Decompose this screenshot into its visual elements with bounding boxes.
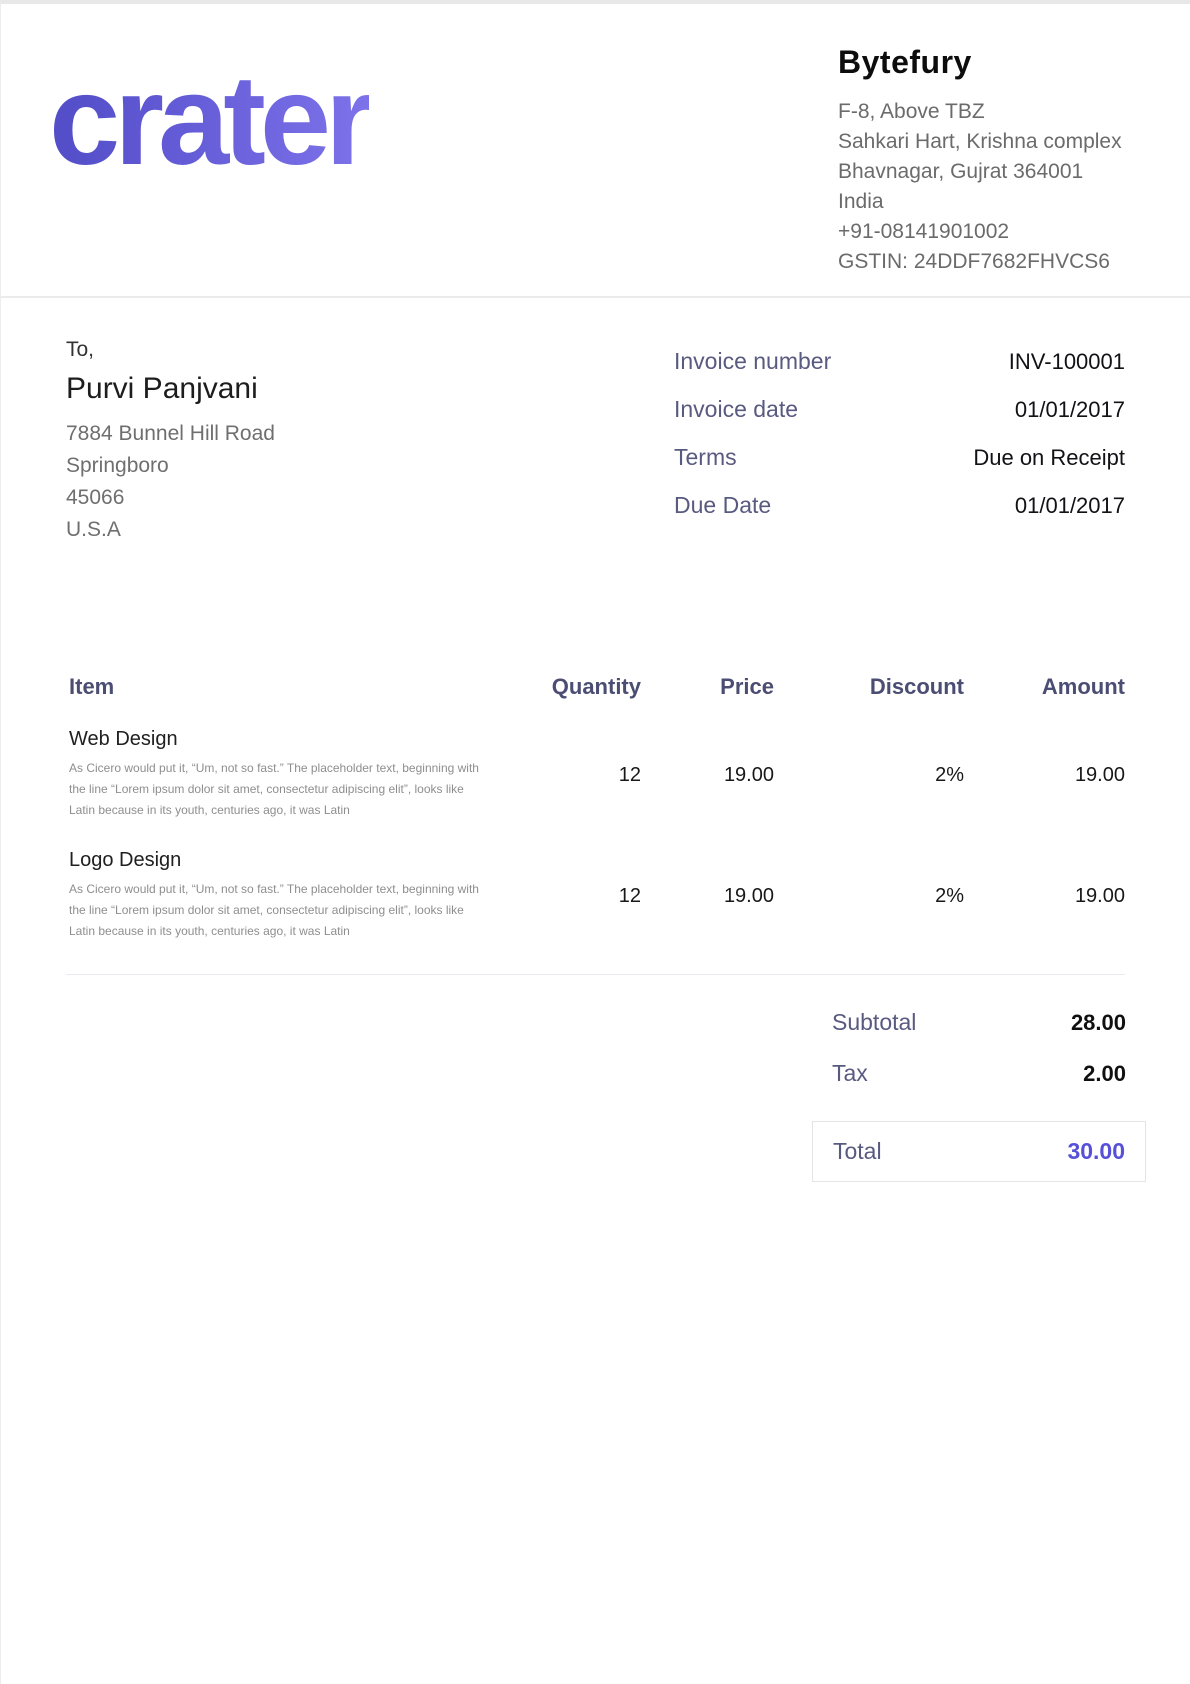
item-name: Logo Design: [66, 849, 521, 872]
items-table: Item Quantity Price Discount Amount Web …: [66, 674, 1125, 1182]
column-header-quantity: Quantity: [521, 674, 641, 700]
company-phone: +91-08141901002: [838, 217, 1138, 247]
meta-row-invoice-number: Invoice number INV-100001: [674, 348, 1125, 375]
company-address-line: Bhavnagar, Gujrat 364001: [838, 157, 1138, 187]
due-date-label: Due Date: [674, 492, 771, 519]
customer-name: Purvi Panjvani: [66, 372, 275, 406]
item-description: As Cicero would put it, “Um, not so fast…: [66, 879, 491, 942]
company-address-line: Sahkari Hart, Krishna complex: [838, 127, 1138, 157]
invoice-meta: Invoice number INV-100001 Invoice date 0…: [674, 338, 1125, 546]
item-quantity: 12: [521, 849, 641, 908]
total-box: Total 30.00: [812, 1121, 1146, 1182]
item-price: 19.00: [641, 849, 774, 908]
terms-value: Due on Receipt: [973, 445, 1125, 471]
invoice-header: crater Bytefury F-8, Above TBZ Sahkari H…: [1, 4, 1190, 298]
company-name: Bytefury: [838, 44, 1138, 81]
subtotal-row: Subtotal 28.00: [812, 1009, 1146, 1036]
meta-row-terms: Terms Due on Receipt: [674, 444, 1125, 471]
subtotal-value: 28.00: [1071, 1010, 1126, 1036]
column-header-amount: Amount: [964, 674, 1125, 700]
item-name: Web Design: [66, 728, 521, 751]
tax-value: 2.00: [1083, 1061, 1126, 1087]
subtotal-label: Subtotal: [832, 1009, 916, 1036]
total-label: Total: [833, 1138, 882, 1165]
invoice-number-value: INV-100001: [1009, 349, 1125, 375]
item-price: 19.00: [641, 728, 774, 787]
billing-section: To, Purvi Panjvani 7884 Bunnel Hill Road…: [66, 338, 1125, 546]
item-amount: 19.00: [964, 849, 1125, 908]
item-description: As Cicero would put it, “Um, not so fast…: [66, 758, 491, 821]
customer-address-line: 7884 Bunnel Hill Road: [66, 418, 275, 450]
company-address-line: India: [838, 187, 1138, 217]
due-date-value: 01/01/2017: [1015, 493, 1125, 519]
company-info: Bytefury F-8, Above TBZ Sahkari Hart, Kr…: [838, 38, 1138, 277]
invoice-number-label: Invoice number: [674, 348, 831, 375]
column-header-item: Item: [66, 674, 521, 700]
table-row: Logo Design As Cicero would put it, “Um,…: [66, 849, 1125, 942]
item-amount: 19.00: [964, 728, 1125, 787]
items-table-header: Item Quantity Price Discount Amount: [66, 674, 1125, 700]
terms-label: Terms: [674, 444, 737, 471]
meta-row-due-date: Due Date 01/01/2017: [674, 492, 1125, 519]
table-divider: [66, 974, 1125, 975]
total-value: 30.00: [1067, 1138, 1125, 1165]
company-address-line: F-8, Above TBZ: [838, 97, 1138, 127]
item-quantity: 12: [521, 728, 641, 787]
item-cell: Logo Design As Cicero would put it, “Um,…: [66, 849, 521, 942]
customer-address-line: 45066: [66, 482, 275, 514]
meta-row-invoice-date: Invoice date 01/01/2017: [674, 396, 1125, 423]
bill-to-block: To, Purvi Panjvani 7884 Bunnel Hill Road…: [66, 338, 275, 546]
item-cell: Web Design As Cicero would put it, “Um, …: [66, 728, 521, 821]
table-row: Web Design As Cicero would put it, “Um, …: [66, 728, 1125, 821]
bill-to-label: To,: [66, 338, 275, 362]
column-header-discount: Discount: [774, 674, 964, 700]
totals-block: Subtotal 28.00 Tax 2.00 Total 30.00: [812, 1009, 1146, 1182]
tax-row: Tax 2.00: [812, 1060, 1146, 1087]
invoice-date-value: 01/01/2017: [1015, 397, 1125, 423]
customer-address-line: U.S.A: [66, 514, 275, 546]
item-discount: 2%: [774, 849, 964, 908]
customer-address-line: Springboro: [66, 450, 275, 482]
company-gstin: GSTIN: 24DDF7682FHVCS6: [838, 247, 1138, 277]
invoice-date-label: Invoice date: [674, 396, 798, 423]
crater-logo: crater: [49, 54, 369, 188]
item-discount: 2%: [774, 728, 964, 787]
tax-label: Tax: [832, 1060, 868, 1087]
column-header-price: Price: [641, 674, 774, 700]
